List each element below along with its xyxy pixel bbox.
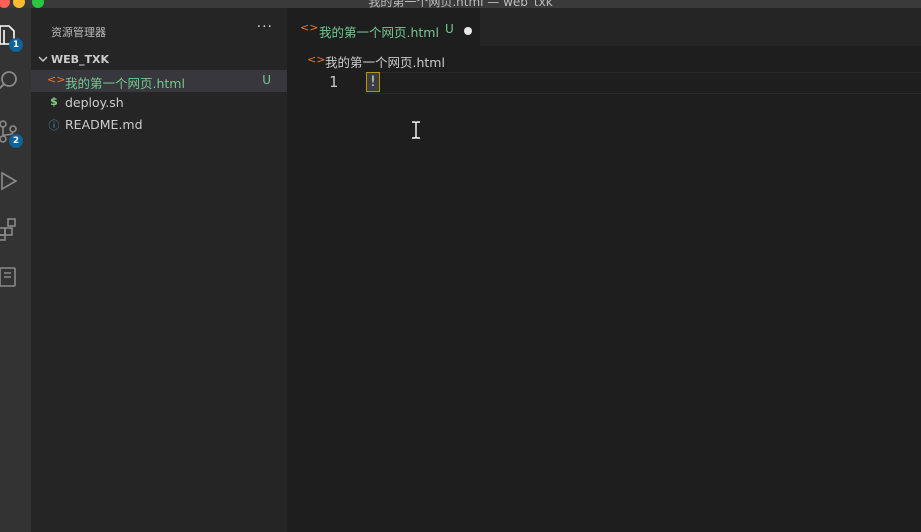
remote-explorer-icon (0, 267, 16, 287)
extensions-button[interactable] (0, 216, 20, 242)
source-control-button[interactable]: 2 (0, 118, 23, 148)
folder-name: WEB_TXK (51, 53, 110, 66)
unsaved-dot-icon[interactable] (464, 27, 472, 35)
html-file-icon: <> (307, 53, 326, 66)
search-icon (0, 71, 17, 90)
file-name: README.md (65, 117, 143, 132)
tab-label: 我的第一个网页.html (319, 25, 439, 40)
current-line-highlight (365, 72, 921, 94)
window-title: 我的第一个网页.html — web_txk (368, 0, 553, 8)
html-file-icon: <> (300, 21, 319, 34)
chevron-down-icon (38, 56, 48, 62)
code-editor[interactable]: 1 ! (287, 72, 921, 532)
explorer-badge: 1 (9, 38, 23, 52)
source-control-badge: 2 (9, 134, 23, 148)
search-button[interactable] (0, 68, 20, 94)
html-file-icon: <> (47, 73, 66, 86)
file-item-deploy[interactable]: $ deploy.sh (31, 92, 287, 114)
file-item-readme[interactable]: ⓘ README.md (31, 114, 287, 136)
title-bar: 我的第一个网页.html — web_txk (0, 0, 921, 8)
file-name: 我的第一个网页.html (65, 76, 185, 91)
more-actions-button[interactable]: ··· (257, 19, 273, 35)
remote-explorer-button[interactable] (0, 264, 20, 290)
code-line[interactable]: ! (366, 72, 380, 92)
file-name: deploy.sh (65, 95, 124, 110)
breadcrumb: <> 我的第一个网页.html (287, 46, 921, 72)
file-status-untracked: U (262, 73, 271, 87)
sidebar-title: 资源管理器 (51, 26, 106, 39)
tab-html-file[interactable]: <> 我的第一个网页.html U (287, 8, 480, 46)
tab-status: U (445, 22, 454, 36)
run-debug-button[interactable] (0, 168, 20, 194)
explorer-button[interactable]: 1 (0, 22, 23, 52)
line-number: 1 (329, 73, 339, 91)
info-icon: ⓘ (48, 119, 60, 132)
tab-bar: <> 我的第一个网页.html U (287, 8, 921, 46)
activity-bar: 1 2 (0, 8, 31, 532)
shell-file-icon: $ (50, 95, 58, 108)
text-cursor-icon (412, 121, 420, 139)
run-debug-icon (1, 171, 18, 191)
explorer-sidebar: 资源管理器 ··· WEB_TXK <> 我的第一个网页.html U $ de… (31, 8, 287, 532)
breadcrumb-file[interactable]: 我的第一个网页.html (325, 52, 445, 71)
file-item-html[interactable]: <> 我的第一个网页.html U (31, 70, 287, 92)
extensions-icon (0, 218, 16, 241)
folder-web-txk[interactable]: WEB_TXK (31, 50, 287, 70)
